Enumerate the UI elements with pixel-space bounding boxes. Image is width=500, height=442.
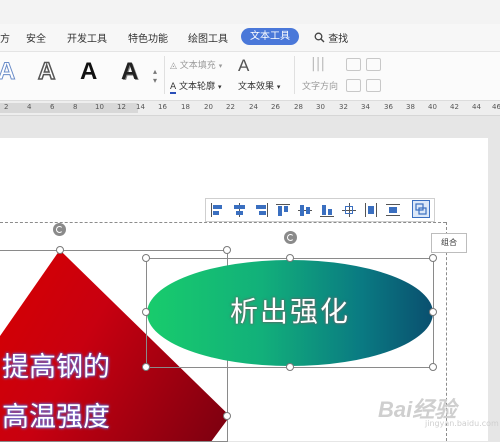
baidu-watermark-url: jingyan.baidu.com (425, 419, 499, 428)
menu-item-special-features[interactable]: 特色功能 (128, 30, 168, 45)
rotate-handle-icon[interactable] (53, 223, 66, 236)
rotate-handle-icon[interactable] (284, 231, 297, 244)
ruler-tick: 26 (271, 103, 280, 111)
distribute-horizontal-icon[interactable] (364, 203, 378, 217)
resize-handle[interactable] (429, 308, 437, 316)
resize-handle[interactable] (142, 254, 150, 262)
grid-icon[interactable] (366, 58, 381, 71)
ruler-tick: 42 (450, 103, 459, 111)
distribute-vertical-icon[interactable] (386, 203, 400, 217)
text-fill-button[interactable]: ◬ 文本填充 ▾ (170, 58, 222, 71)
menu-item-partial[interactable]: 方 (0, 30, 10, 45)
align-page-center-icon[interactable] (342, 203, 356, 217)
ruler-tick: 30 (316, 103, 325, 111)
chevron-down-icon: ▾ (218, 62, 223, 70)
ruler-tick: 2 (4, 103, 9, 111)
resize-handle[interactable] (286, 363, 294, 371)
text-style-solid-black[interactable]: A (80, 58, 97, 86)
ruler-tick: 14 (136, 103, 145, 111)
resize-handle[interactable] (286, 254, 294, 262)
align-middle-icon[interactable] (298, 203, 312, 217)
resize-handle[interactable] (223, 412, 231, 420)
text-direction-icon: ||| (311, 56, 326, 72)
menu-item-security[interactable]: 安全 (26, 30, 46, 45)
ruler-tick: 34 (361, 103, 370, 111)
grid-icon[interactable] (366, 79, 381, 92)
ruler-tick: 4 (27, 103, 32, 111)
align-left-icon[interactable] (210, 203, 224, 217)
ellipse-selection-frame (146, 258, 434, 368)
ruler-tick: 8 (73, 103, 78, 111)
chevron-down-icon: ▾ (217, 83, 222, 91)
text-style-outline-gray[interactable]: A (37, 57, 56, 86)
ruler-tick: 18 (181, 103, 190, 111)
ribbon-toolbar: A A A A ▴ ▾ ◬ 文本填充 ▾ A 文本轮廓 ▾ A 文本效果 ▾ ||… (0, 52, 500, 101)
ruler-tick: 28 (294, 103, 303, 111)
text-outline-label: 文本轮廓 (179, 82, 216, 92)
text-fill-label: 文本填充 (179, 61, 216, 71)
text-direction-button[interactable]: 文字方向 (302, 79, 338, 92)
resize-handle[interactable] (142, 363, 150, 371)
tab-text-tools[interactable]: 文本工具 (241, 28, 299, 45)
ruler-tick: 12 (117, 103, 126, 111)
text-style-shadow[interactable]: A (121, 58, 138, 86)
resize-handle[interactable] (142, 308, 150, 316)
resize-handle[interactable] (429, 363, 437, 371)
text-outline-button[interactable]: A 文本轮廓 ▾ (170, 79, 222, 94)
ribbon-separator (294, 56, 295, 94)
ruler-tick: 20 (204, 103, 213, 111)
ruler-tick: 22 (226, 103, 235, 111)
chevron-down-icon: ▾ (276, 83, 281, 91)
ruler-tick: 32 (339, 103, 348, 111)
resize-handle[interactable] (56, 246, 64, 254)
menu-bar: 方 安全 开发工具 特色功能 绘图工具 文本工具 查找 (0, 24, 500, 52)
text-effect-button[interactable]: 文本效果 ▾ (238, 79, 280, 92)
ruler-tick: 44 (472, 103, 481, 111)
resize-handle[interactable] (429, 254, 437, 262)
group-icon (415, 203, 427, 215)
search-button[interactable]: 查找 (314, 30, 348, 45)
resize-handle[interactable] (223, 246, 231, 254)
styles-scroll-icon[interactable]: ▴ ▾ (153, 67, 157, 85)
group-tooltip: 组合 (431, 233, 467, 253)
ruler-tick: 6 (50, 103, 55, 111)
window-top-strip (0, 0, 500, 24)
ruler-tick: 46 (492, 103, 500, 111)
grid-icon[interactable] (346, 79, 361, 92)
text-style-outline-blue[interactable]: A (0, 58, 16, 86)
text-effect-label: 文本效果 (238, 82, 275, 92)
ruler-tick: 16 (158, 103, 167, 111)
ribbon-separator (164, 56, 165, 94)
search-label: 查找 (328, 34, 349, 45)
menu-item-drawing-tools[interactable]: 绘图工具 (188, 30, 228, 45)
horizontal-ruler[interactable]: 2 4 6 8 10 12 14 16 18 20 22 24 26 28 30… (0, 101, 500, 116)
align-right-icon[interactable] (254, 203, 268, 217)
ruler-tick: 40 (428, 103, 437, 111)
group-button[interactable] (412, 200, 430, 218)
ruler-tick: 38 (406, 103, 415, 111)
text-outline-icon: A (170, 82, 177, 94)
grid-icon[interactable] (346, 58, 361, 71)
menu-item-developer-tools[interactable]: 开发工具 (67, 30, 107, 45)
text-fill-icon: ◬ (170, 61, 177, 71)
text-effect-icon: A (238, 56, 250, 75)
ruler-tick: 10 (95, 103, 104, 111)
align-bottom-icon[interactable] (320, 203, 334, 217)
align-center-icon[interactable] (232, 203, 246, 217)
alignment-toolbar (205, 198, 435, 222)
group-selection-border (0, 222, 446, 223)
search-icon (314, 32, 325, 43)
align-top-icon[interactable] (276, 203, 290, 217)
ruler-tick: 24 (249, 103, 258, 111)
ruler-tick: 36 (384, 103, 393, 111)
